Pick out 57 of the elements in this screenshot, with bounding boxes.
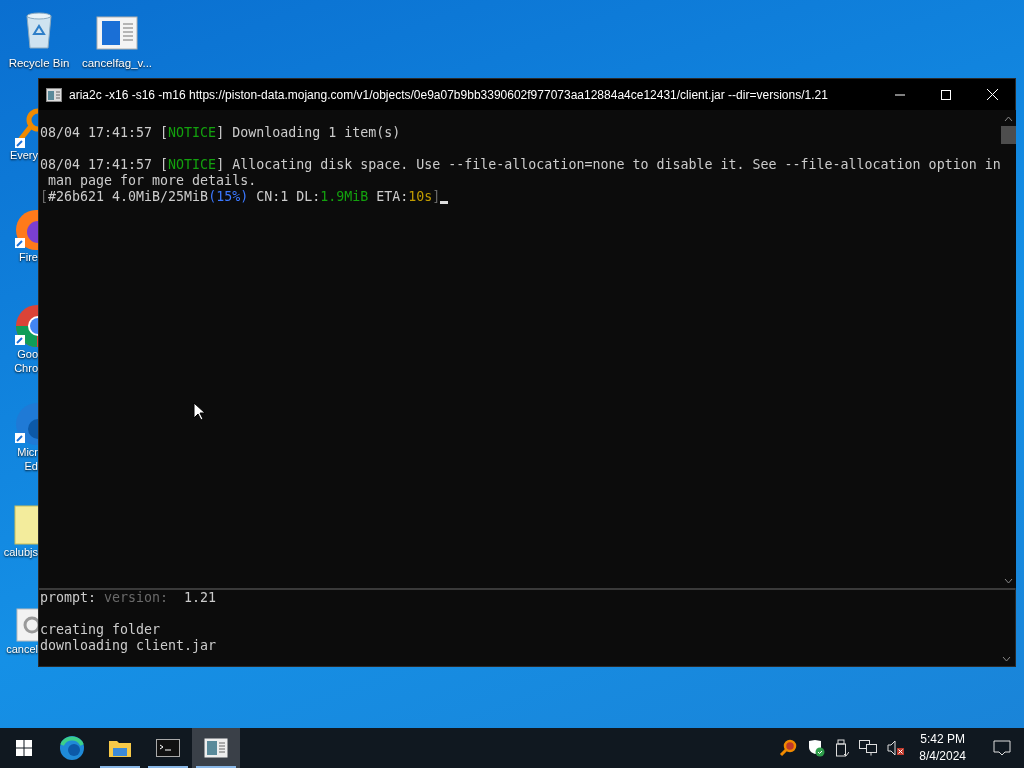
terminal-text: 08/04 17:41:57 [	[40, 157, 169, 173]
window-title: aria2c -x16 -s16 -m16 https://piston-data.mojang.com/v1/objects/0e9a07b9bb3390602f977073aa12884a4ce12431/client.jar --dir=versions/1.21	[69, 87, 829, 102]
scroll-down-icon[interactable]	[1002, 656, 1011, 662]
terminal-text: (15%)	[208, 189, 249, 205]
windows-logo-icon	[16, 740, 32, 756]
desktop-icon-label[interactable]: Every	[9, 148, 38, 162]
desktop-icon-label[interactable]: Micr	[17, 445, 38, 459]
minimize-icon	[895, 93, 905, 96]
desktop-icon-label[interactable]: Recycle Bin	[8, 56, 70, 70]
terminal-text: NOTICE	[168, 125, 217, 141]
speech-bubble-icon	[993, 740, 1011, 756]
terminal-text: ] Allocating disk space. Use --file-allocation=none to disable it. See --file-allocation option in	[216, 157, 1001, 173]
document-window-icon	[204, 738, 228, 758]
terminal-text: CN:1 DL:	[255, 189, 321, 205]
terminal-text: ]	[432, 189, 441, 205]
terminal-text: downloading client.jar	[40, 638, 217, 654]
volume-muted-icon[interactable]	[887, 740, 906, 756]
close-icon	[986, 89, 998, 100]
network-icon[interactable]	[859, 740, 878, 756]
desktop-icon-label[interactable]: Fire	[19, 250, 38, 264]
mouse-pointer-icon	[193, 402, 205, 421]
terminal-text: man page for more details.	[47, 173, 257, 189]
desktop-icon-label[interactable]: Ed	[24, 459, 38, 473]
settings-file-icon	[16, 608, 38, 642]
terminal-text: #26b621 4.0MiB/25MiB	[48, 189, 209, 205]
terminal-text: 10s	[408, 189, 433, 205]
scrollbar-thumb[interactable]	[1000, 126, 1016, 144]
desktop-icon-label[interactable]: Goo	[17, 347, 38, 361]
desktop-icon-label[interactable]: Chro	[14, 361, 38, 375]
document-window-icon	[96, 16, 138, 50]
terminal-text: 1.9MiB	[320, 189, 369, 205]
scroll-down-icon[interactable]	[1003, 578, 1013, 584]
terminal-icon	[156, 739, 180, 757]
shield-icon[interactable]	[807, 739, 826, 757]
clock[interactable]: 5:42 PM 8/4/2024	[915, 731, 970, 765]
terminal-text: [	[40, 189, 48, 205]
desktop-icon-label[interactable]: cancel	[6, 642, 38, 656]
scroll-up-icon[interactable]	[1003, 116, 1013, 122]
terminal-text: ETA:	[375, 189, 409, 205]
terminal-text: 08/04 17:41:57 [	[40, 125, 169, 141]
magnifier-icon	[14, 108, 38, 148]
desktop-icon-label[interactable]: calubjs	[3, 545, 38, 559]
console-app-icon	[46, 87, 62, 102]
terminal-text: version:	[104, 590, 169, 606]
usb-drive-icon[interactable]	[835, 739, 850, 757]
magnifier-icon[interactable]	[779, 739, 798, 757]
desktop-icon-label[interactable]: cancelfag_v...	[81, 56, 153, 70]
maximize-icon	[941, 89, 951, 100]
folder-icon	[108, 738, 132, 758]
browser-icon	[59, 735, 85, 761]
terminal-text: NOTICE	[168, 157, 217, 173]
terminal-text: creating folder	[40, 622, 161, 638]
terminal-text: ] Downloading 1 item(s)	[216, 125, 401, 141]
terminal-text: 1.21	[183, 590, 217, 606]
scrollbar[interactable]	[1000, 110, 1016, 588]
taskbar-app-button[interactable]	[192, 728, 240, 768]
terminal-text: prompt:	[40, 590, 98, 606]
